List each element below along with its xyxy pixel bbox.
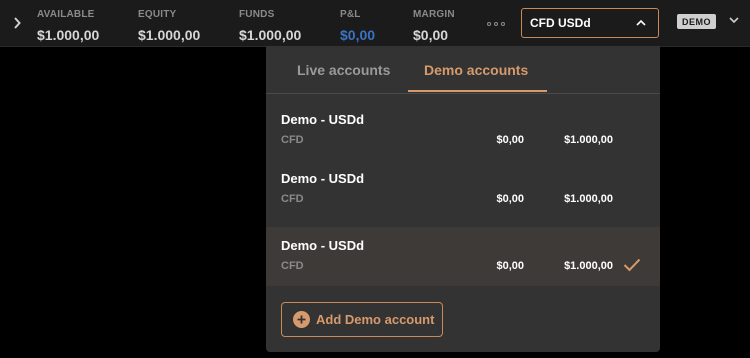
checkmark-icon — [623, 258, 641, 272]
account-stats-bar: AVAILABLE $1.000,00 EQUITY $1.000,00 FUN… — [0, 0, 750, 47]
account-pl: $0,00 — [496, 193, 524, 205]
stat-label: P&L — [340, 9, 361, 20]
account-row-selected[interactable]: Demo - USDd CFD $0,00 $1.000,00 — [266, 227, 660, 286]
more-dots-icon[interactable] — [486, 19, 506, 29]
plus-circle-icon — [293, 311, 310, 328]
stat-available: AVAILABLE $1.000,00 — [37, 9, 99, 43]
chevron-up-icon — [636, 19, 646, 26]
active-tab-indicator — [408, 90, 547, 92]
mode-badge: DEMO — [677, 14, 716, 29]
chevron-down-icon[interactable] — [729, 17, 739, 24]
tab-live-accounts[interactable]: Live accounts — [297, 61, 390, 79]
chevron-right-icon — [14, 17, 21, 29]
stat-value: $1.000,00 — [239, 27, 302, 43]
account-balance: $1.000,00 — [564, 260, 613, 272]
stat-value: $1.000,00 — [37, 27, 100, 43]
stat-label: MARGIN — [413, 9, 455, 20]
stat-value: $1.000,00 — [138, 27, 201, 43]
account-pl: $0,00 — [496, 260, 524, 272]
account-name: Demo - USDd — [281, 112, 365, 127]
stat-label: AVAILABLE — [37, 9, 95, 20]
account-type: CFD — [281, 134, 304, 146]
account-balance: $1.000,00 — [564, 193, 613, 205]
stat-label: EQUITY — [138, 9, 177, 20]
stat-value: $0,00 — [340, 27, 376, 43]
account-pl: $0,00 — [496, 134, 524, 146]
stat-value: $0,00 — [413, 27, 449, 43]
stat-pl: P&L $0,00 — [340, 9, 375, 43]
stat-label: FUNDS — [239, 9, 275, 20]
account-tabs: Live accounts Demo accounts — [266, 46, 660, 94]
stat-equity: EQUITY $1.000,00 — [138, 9, 200, 43]
account-selector[interactable]: CFD USDd — [521, 8, 659, 38]
account-type: CFD — [281, 260, 304, 272]
account-row[interactable]: Demo - USDd CFD $0,00 $1.000,00 — [266, 157, 660, 216]
account-row[interactable]: Demo - USDd CFD $0,00 $1.000,00 — [266, 98, 660, 157]
stat-margin: MARGIN $0,00 — [413, 9, 455, 43]
tab-demo-accounts[interactable]: Demo accounts — [424, 61, 528, 79]
account-name: Demo - USDd — [281, 171, 365, 186]
add-demo-account-button[interactable]: Add Demo account — [281, 302, 443, 337]
add-demo-account-label: Add Demo account — [316, 312, 435, 327]
account-dropdown: Live accounts Demo accounts Demo - USDd … — [266, 46, 660, 352]
account-balance: $1.000,00 — [564, 134, 613, 146]
collapse-panel-button[interactable] — [9, 13, 25, 33]
account-type: CFD — [281, 193, 304, 205]
stat-funds: FUNDS $1.000,00 — [239, 9, 301, 43]
account-selector-label: CFD USDd — [530, 16, 591, 30]
account-name: Demo - USDd — [281, 238, 365, 253]
